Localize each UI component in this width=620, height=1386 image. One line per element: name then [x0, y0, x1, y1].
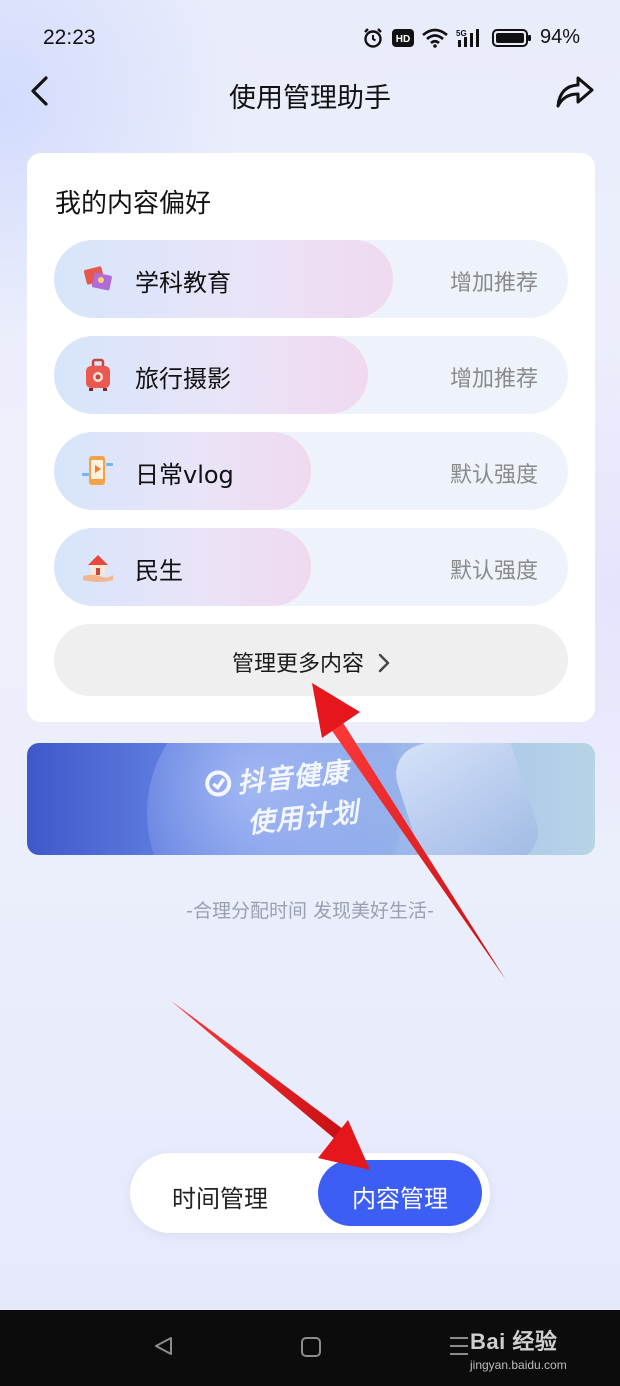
- pref-label: 旅行摄影: [135, 365, 231, 393]
- banner-ribbon: [388, 743, 546, 855]
- share-icon: [556, 76, 594, 108]
- segmented-tabs: 时间管理 内容管理: [130, 1153, 490, 1233]
- alarm-icon: [364, 27, 382, 48]
- svg-text:HD: HD: [396, 34, 410, 45]
- tab-time-management[interactable]: 时间管理: [140, 1160, 300, 1226]
- vlog-phone-icon: [82, 456, 113, 485]
- pref-label: 民生: [135, 557, 183, 585]
- pref-row-vlog[interactable]: 日常vlog 默认强度: [54, 432, 568, 510]
- nav-back-triangle-icon[interactable]: [152, 1335, 174, 1357]
- wifi-icon: [422, 28, 448, 48]
- watermark-url: jingyan.baidu.com: [470, 1358, 567, 1372]
- status-bar: 22:23 HD 5G 94%: [0, 0, 620, 76]
- tab-content-management[interactable]: 内容管理: [318, 1160, 482, 1226]
- health-plan-banner[interactable]: 抖音健康 使用计划: [27, 743, 595, 855]
- pref-action: 默认强度: [449, 559, 538, 584]
- pref-row-travel[interactable]: 旅行摄影 增加推荐: [54, 336, 568, 414]
- page-title: 使用管理助手: [229, 83, 391, 114]
- battery-percent: 94%: [539, 26, 580, 48]
- education-icon: [83, 266, 112, 291]
- watermark-brand: Bai 经验: [470, 1329, 558, 1354]
- baidu-jingyan-watermark: Bai 经验 jingyan.baidu.com: [470, 1324, 567, 1372]
- house-hand-icon: [83, 555, 113, 582]
- share-button[interactable]: [554, 72, 596, 112]
- pref-action: 增加推荐: [449, 271, 538, 296]
- svg-text:5G: 5G: [456, 29, 467, 38]
- more-label: 管理更多内容: [231, 652, 364, 677]
- hd-icon: HD: [391, 28, 414, 47]
- nav-menu-icon[interactable]: [448, 1334, 470, 1358]
- status-icons: HD 5G 94%: [362, 26, 580, 49]
- content-preference-card: 我的内容偏好 学科教育 增加推荐 旅行摄影 增加推荐 日常vlog 默认强度 民…: [27, 153, 595, 722]
- pref-row-education[interactable]: 学科教育 增加推荐: [54, 240, 568, 318]
- chevron-right-icon: [378, 653, 390, 673]
- nav-home-square-icon[interactable]: [300, 1336, 322, 1358]
- pref-action: 默认强度: [449, 463, 538, 488]
- system-nav-bar: Bai 经验 jingyan.baidu.com: [0, 1310, 620, 1386]
- pref-action: 增加推荐: [449, 367, 538, 392]
- pref-label: 学科教育: [135, 269, 231, 297]
- tab-label: 时间管理: [172, 1185, 268, 1213]
- banner-logo: 抖音健康 使用计划: [201, 749, 361, 844]
- pref-label: 日常vlog: [135, 461, 234, 489]
- card-title: 我的内容偏好: [55, 189, 212, 219]
- pref-row-livelihood[interactable]: 民生 默认强度: [54, 528, 568, 606]
- suitcase-icon: [86, 358, 110, 391]
- arrow-to-content-tab: [170, 1000, 370, 1170]
- signal-5g-icon: 5G: [456, 28, 479, 47]
- battery-icon: [491, 28, 531, 47]
- slogan-text: -合理分配时间 发现美好生活-: [186, 900, 434, 922]
- manage-more-content-button[interactable]: 管理更多内容: [54, 624, 568, 696]
- check-circle-icon: [205, 769, 232, 796]
- status-time: 22:23: [43, 26, 96, 49]
- tab-label: 内容管理: [352, 1185, 448, 1213]
- nav-bar: 使用管理助手: [0, 66, 620, 118]
